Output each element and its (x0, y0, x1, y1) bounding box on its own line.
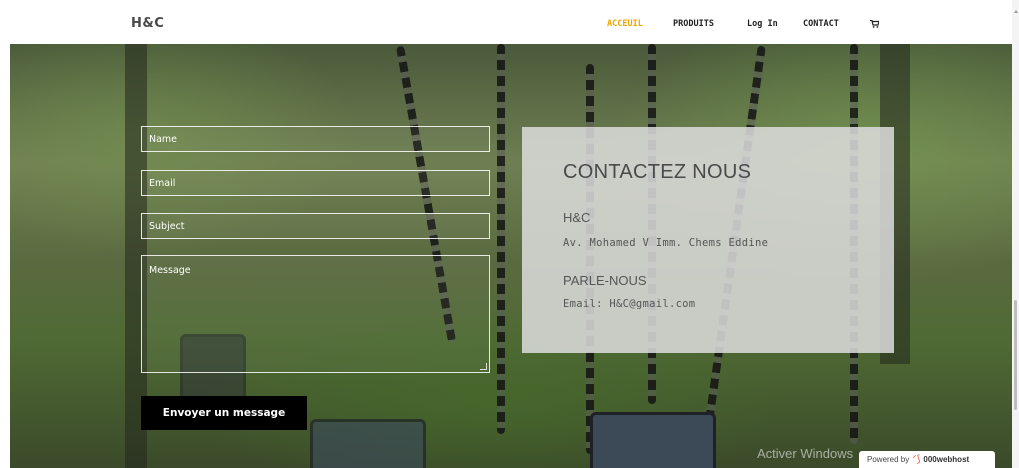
talk-heading: PARLE-NOUS (563, 273, 647, 288)
brand-logo[interactable]: H&C (131, 16, 164, 31)
windows-activation-watermark: Activer Windows (757, 446, 854, 461)
cart-icon[interactable] (870, 20, 879, 28)
resize-handle-icon[interactable] (480, 363, 487, 370)
powered-by-label: Powered by (867, 455, 910, 464)
message-textarea[interactable]: Message (141, 255, 490, 373)
contact-title: CONTACTEZ NOUS (563, 161, 752, 183)
host-name: 000webhost (923, 455, 970, 464)
swing-chain (497, 44, 505, 434)
name-placeholder: Name (149, 134, 178, 145)
message-placeholder: Message (149, 265, 191, 276)
email-placeholder: Email (149, 178, 176, 189)
company-name: H&C (563, 210, 591, 225)
nav-item-produits[interactable]: PRODUITS (673, 19, 714, 29)
contact-info-panel: CONTACTEZ NOUS H&C Av. Mohamed V Imm. Ch… (522, 127, 894, 353)
email-input[interactable]: Email (141, 170, 490, 196)
subject-input[interactable]: Subject (141, 213, 490, 239)
nav-item-acceuil[interactable]: ACCEUIL (607, 19, 643, 29)
hosting-badge[interactable]: Powered by ᐟ⟆ 000webhost (859, 451, 995, 468)
subject-placeholder: Subject (149, 221, 185, 232)
scroll-up-arrow-icon[interactable] (1014, 10, 1018, 13)
contact-email: Email: H&C@gmail.com (563, 298, 696, 310)
send-message-button[interactable]: Envoyer un message (141, 396, 307, 430)
swing-seat (310, 419, 426, 468)
navbar: H&C ACCEUIL PRODUITS Log In CONTACT (0, 0, 1012, 44)
nav-item-login[interactable]: Log In (747, 19, 778, 29)
nav-item-contact[interactable]: CONTACT (803, 19, 839, 29)
swing-seat (590, 412, 716, 468)
company-address: Av. Mohamed V Imm. Chems Eddine (563, 237, 769, 249)
webhost-logo-icon: ᐟ⟆ (912, 454, 921, 465)
name-input[interactable]: Name (141, 126, 490, 152)
scrollbar-thumb[interactable] (1014, 300, 1017, 410)
